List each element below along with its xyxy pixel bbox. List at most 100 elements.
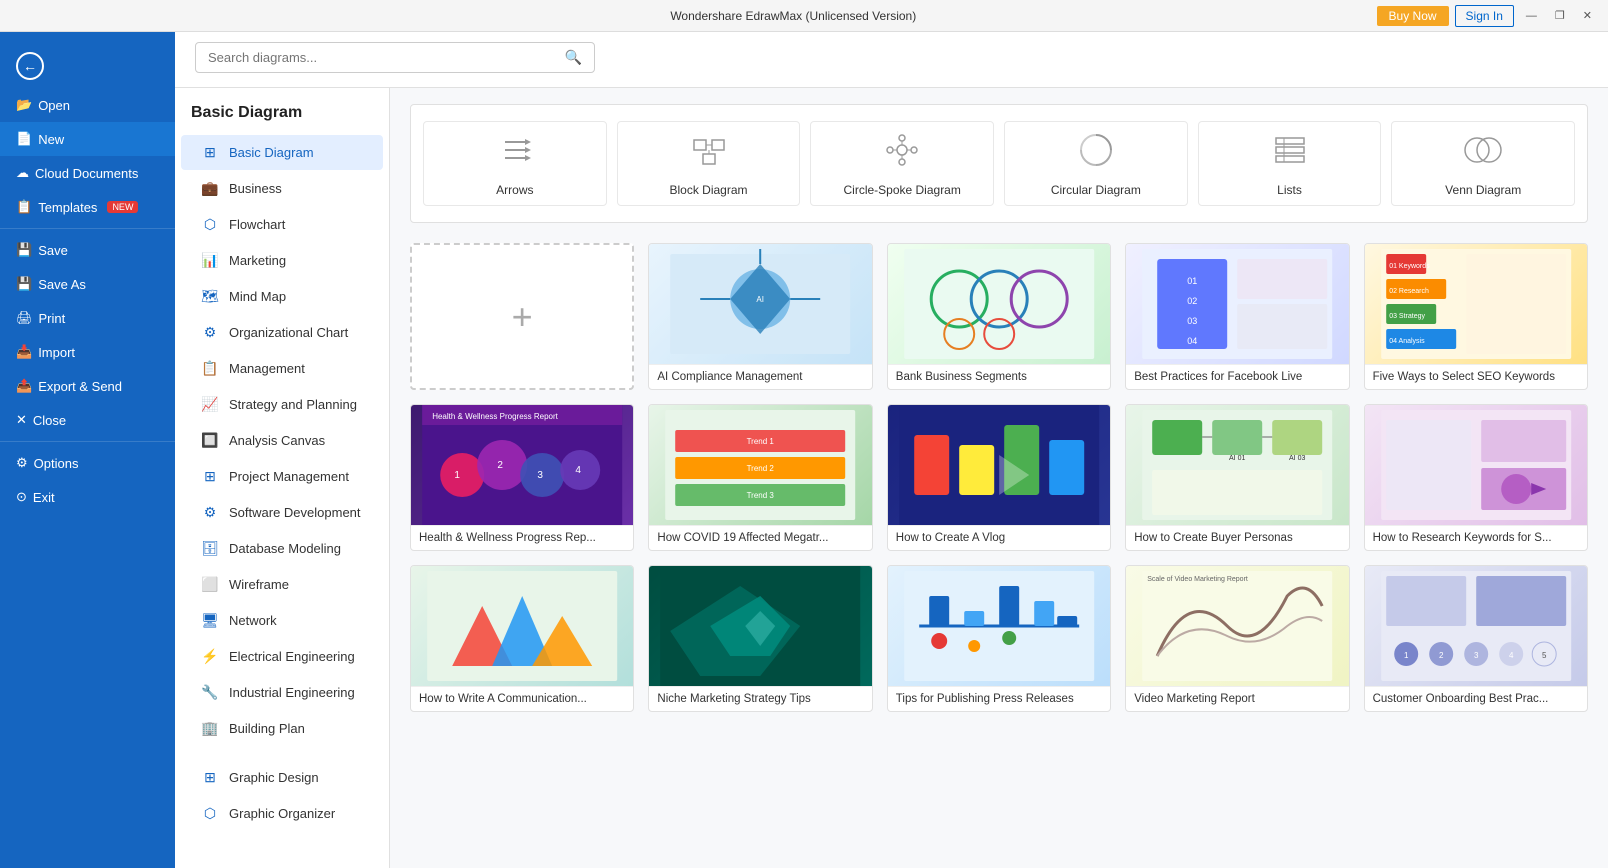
- close-button[interactable]: ✕: [1577, 7, 1598, 24]
- sub-sidebar-industrial[interactable]: 🔧 Industrial Engineering: [181, 675, 383, 710]
- template-card-keywords[interactable]: How to Research Keywords for S...: [1364, 404, 1588, 551]
- category-block-diagram[interactable]: Block Diagram: [617, 121, 801, 206]
- template-thumb-onboarding: 1 2 3 4 5: [1365, 566, 1587, 686]
- sub-sidebar-network[interactable]: 🖥 Network: [181, 603, 383, 638]
- graphic-design-icon: ⊞: [201, 769, 219, 786]
- sidebar-item-print[interactable]: 🖨 Print: [0, 301, 175, 335]
- category-circle-spoke[interactable]: Circle-Spoke Diagram: [810, 121, 994, 206]
- template-card-comms[interactable]: How to Write A Communication...: [410, 565, 634, 712]
- sub-sidebar-electrical[interactable]: ⚡ Electrical Engineering: [181, 639, 383, 674]
- sub-sidebar-strategy[interactable]: 📈 Strategy and Planning: [181, 387, 383, 422]
- flowchart-icon: ⬡: [201, 216, 219, 233]
- template-new-card[interactable]: +: [410, 243, 634, 390]
- sub-sidebar: Basic Diagram ⊞ Basic Diagram 💼 Business…: [175, 88, 390, 868]
- search-icon: 🔍: [565, 49, 582, 66]
- template-card-covid[interactable]: Trend 1 Trend 2 Trend 3 How COVID 19 Aff…: [648, 404, 872, 551]
- category-arrows[interactable]: Arrows: [423, 121, 607, 206]
- template-card-onboarding[interactable]: 1 2 3 4 5 Customer Onboarding Best Prac.…: [1364, 565, 1588, 712]
- sub-sidebar-business[interactable]: 💼 Business: [181, 171, 383, 206]
- sidebar-item-import[interactable]: 📥 Import: [0, 335, 175, 369]
- save-as-icon: 💾: [16, 276, 32, 292]
- template-label-keywords: How to Research Keywords for S...: [1365, 525, 1587, 550]
- sub-sidebar-project[interactable]: ⊞ Project Management: [181, 459, 383, 494]
- template-card-health[interactable]: Health & Wellness Progress Report 1 2 3 …: [410, 404, 634, 551]
- category-circular[interactable]: Circular Diagram: [1004, 121, 1188, 206]
- template-thumb-video: Scale of Video Marketing Report: [1126, 566, 1348, 686]
- industrial-icon: 🔧: [201, 684, 219, 701]
- main-panel: Arrows Block Diagram: [390, 88, 1608, 868]
- svg-text:02 Research: 02 Research: [1389, 288, 1429, 295]
- title-bar-actions: Buy Now Sign In — ❐ ✕: [1377, 5, 1598, 27]
- sub-sidebar-analysis[interactable]: 🔲 Analysis Canvas: [181, 423, 383, 458]
- sidebar-item-new[interactable]: 📄 New: [0, 122, 175, 156]
- template-label-health: Health & Wellness Progress Rep...: [411, 525, 633, 550]
- sidebar-item-exit[interactable]: ⊙ Exit: [0, 480, 175, 514]
- sidebar-item-save-as[interactable]: 💾 Save As: [0, 267, 175, 301]
- back-circle-icon: ←: [16, 52, 44, 80]
- arrows-icon: [495, 130, 535, 175]
- new-icon: 📄: [16, 131, 32, 147]
- template-card-bank[interactable]: Bank Business Segments: [887, 243, 1111, 390]
- sub-sidebar-flowchart[interactable]: ⬡ Flowchart: [181, 207, 383, 242]
- template-thumb-keywords: [1365, 405, 1587, 525]
- template-card-video[interactable]: Scale of Video Marketing Report Video Ma…: [1125, 565, 1349, 712]
- sub-sidebar-graphic-organizer[interactable]: ⬡ Graphic Organizer: [181, 796, 383, 831]
- sidebar-item-cloud[interactable]: ☁ Cloud Documents: [0, 156, 175, 190]
- template-label-seo: Five Ways to Select SEO Keywords: [1365, 364, 1587, 389]
- template-card-facebook[interactable]: 01 02 03 04 Best Practices for Facebook …: [1125, 243, 1349, 390]
- sidebar-top: ← 📂 Open 📄 New ☁ Cloud Documents 📋 Templ…: [0, 32, 175, 522]
- svg-text:Trend 3: Trend 3: [747, 491, 775, 500]
- sidebar-item-templates[interactable]: 📋 Templates NEW: [0, 190, 175, 224]
- template-card-seo[interactable]: 01 Keywords 02 Research 03 Strategy 04 A…: [1364, 243, 1588, 390]
- template-label-covid: How COVID 19 Affected Megatr...: [649, 525, 871, 550]
- search-input[interactable]: [208, 50, 565, 65]
- sub-sidebar-graphic-design[interactable]: ⊞ Graphic Design: [181, 760, 383, 795]
- sub-sidebar-management[interactable]: 📋 Management: [181, 351, 383, 386]
- search-bar[interactable]: 🔍: [195, 42, 595, 73]
- cloud-icon: ☁: [16, 165, 29, 181]
- svg-text:04 Analysis: 04 Analysis: [1389, 338, 1425, 345]
- svg-text:AI 01: AI 01: [1229, 455, 1245, 462]
- wireframe-icon: ⬜: [201, 576, 219, 593]
- sub-sidebar-org-chart[interactable]: ⚙ Organizational Chart: [181, 315, 383, 350]
- template-thumb-niche: [649, 566, 871, 686]
- circle-spoke-icon: [882, 130, 922, 175]
- template-card-vlog[interactable]: How to Create A Vlog: [887, 404, 1111, 551]
- category-venn[interactable]: Venn Diagram: [1391, 121, 1575, 206]
- database-icon: 🗄: [201, 540, 219, 557]
- template-thumb-press: [888, 566, 1110, 686]
- save-icon: 💾: [16, 242, 32, 258]
- project-icon: ⊞: [201, 468, 219, 485]
- svg-text:Scale of Video Marketing Repor: Scale of Video Marketing Report: [1147, 576, 1248, 583]
- sidebar-item-options[interactable]: ⚙ Options: [0, 446, 175, 480]
- sub-sidebar-mind-map[interactable]: 🗺 Mind Map: [181, 279, 383, 314]
- divider-1: [0, 228, 175, 229]
- template-card-press[interactable]: Tips for Publishing Press Releases: [887, 565, 1111, 712]
- sign-in-button[interactable]: Sign In: [1455, 5, 1514, 27]
- building-icon: 🏢: [201, 720, 219, 737]
- svg-text:5: 5: [1542, 651, 1547, 660]
- template-card-compliance[interactable]: AI AI Compliance Management: [648, 243, 872, 390]
- svg-text:AI: AI: [757, 295, 765, 304]
- sub-sidebar-basic-diagram[interactable]: ⊞ Basic Diagram: [181, 135, 383, 170]
- template-card-buyer[interactable]: AI 01 AI 03 How to Create Buyer Personas: [1125, 404, 1349, 551]
- sidebar-item-save[interactable]: 💾 Save: [0, 233, 175, 267]
- maximize-button[interactable]: ❐: [1549, 7, 1571, 24]
- svg-text:1: 1: [454, 470, 460, 481]
- minimize-button[interactable]: —: [1520, 8, 1543, 24]
- category-lists[interactable]: Lists: [1198, 121, 1382, 206]
- graphic-organizer-icon: ⬡: [201, 805, 219, 822]
- sub-sidebar-wireframe[interactable]: ⬜ Wireframe: [181, 567, 383, 602]
- template-card-niche[interactable]: Niche Marketing Strategy Tips: [648, 565, 872, 712]
- back-button[interactable]: ←: [0, 44, 175, 88]
- svg-text:03 Strategy: 03 Strategy: [1389, 313, 1425, 320]
- exit-icon: ⊙: [16, 489, 27, 505]
- sub-sidebar-building[interactable]: 🏢 Building Plan: [181, 711, 383, 746]
- sidebar-item-export[interactable]: 📤 Export & Send: [0, 369, 175, 403]
- sub-sidebar-marketing[interactable]: 📊 Marketing: [181, 243, 383, 278]
- sidebar-item-close[interactable]: ✕ Close: [0, 403, 175, 437]
- buy-now-button[interactable]: Buy Now: [1377, 6, 1449, 26]
- sub-sidebar-software[interactable]: ⚙ Software Development: [181, 495, 383, 530]
- sidebar-item-open[interactable]: 📂 Open: [0, 88, 175, 122]
- sub-sidebar-database[interactable]: 🗄 Database Modeling: [181, 531, 383, 566]
